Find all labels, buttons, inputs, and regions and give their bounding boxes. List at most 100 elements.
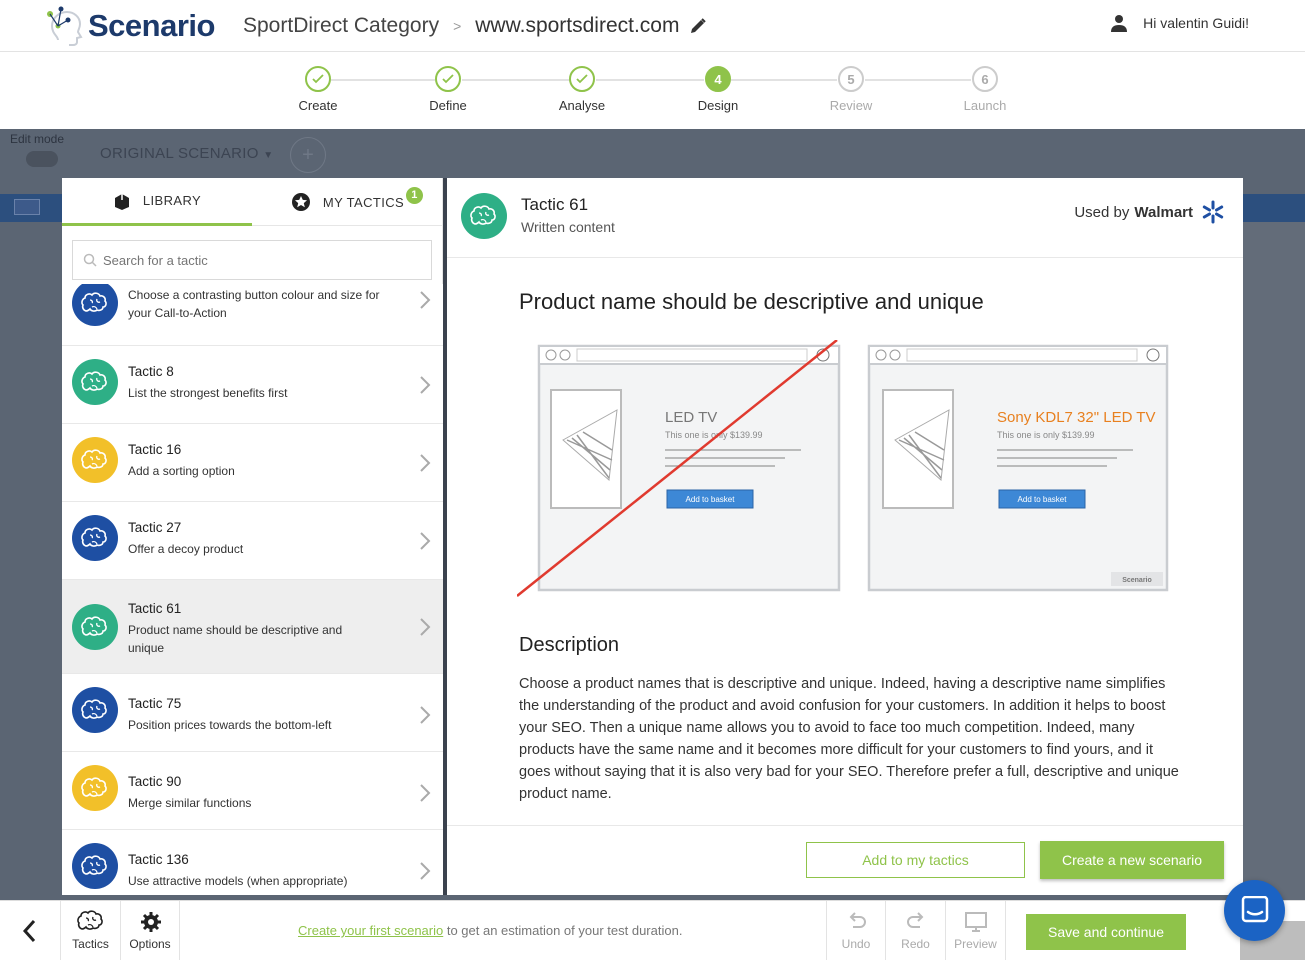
options-button[interactable]: Options	[121, 901, 180, 960]
site-url[interactable]: www.sportsdirect.com	[475, 14, 679, 38]
step-review[interactable]: 5 Review	[811, 66, 891, 113]
tactic-desc: Add a sorting option	[128, 464, 235, 478]
tab-library-label: LIBRARY	[142, 193, 202, 208]
walmart-spark-icon	[1202, 200, 1224, 224]
tactic-item[interactable]: Choose a contrasting button colour and s…	[62, 284, 443, 346]
add-to-my-tactics-button[interactable]: Add to my tactics	[806, 842, 1025, 878]
tactic-title: Tactic 90	[128, 774, 182, 789]
tactic-item[interactable]: Tactic 16 Add a sorting option	[62, 424, 443, 502]
pencil-icon[interactable]	[689, 17, 707, 35]
user-greeting: Hi valentin Guidi!	[1143, 15, 1249, 31]
tactic-desc: Merge similar functions	[128, 796, 252, 810]
brain-icon	[72, 843, 118, 889]
project-name[interactable]: SportDirect Category	[243, 14, 439, 38]
user-menu[interactable]: Hi valentin Guidi!	[1111, 14, 1249, 32]
tactic-item[interactable]: Tactic 75 Position prices towards the bo…	[62, 674, 443, 752]
chat-launcher[interactable]	[1224, 880, 1285, 941]
tactics-label: Tactics	[72, 937, 109, 951]
brain-icon	[72, 359, 118, 405]
redo-button[interactable]: Redo	[886, 901, 946, 960]
scenario-select-label: ORIGINAL SCENARIO	[100, 145, 259, 162]
chevron-right-icon	[420, 784, 431, 802]
brain-icon	[77, 910, 103, 930]
step-number: 6	[972, 66, 998, 92]
add-scenario-button[interactable]: +	[290, 137, 326, 173]
logo[interactable]: Scenario	[44, 6, 215, 46]
top-header: Scenario SportDirect Category > www.spor…	[0, 0, 1305, 52]
hint-text: to get an estimation of your test durati…	[443, 923, 683, 938]
create-new-scenario-button[interactable]: Create a new scenario	[1040, 841, 1224, 879]
bottom-toolbar: Tactics Options Create your first scenar…	[0, 900, 1305, 960]
search-input[interactable]	[103, 252, 403, 268]
chevron-right-icon	[420, 454, 431, 472]
tactic-title: Tactic 8	[128, 364, 174, 379]
tactic-title: Tactic 27	[128, 520, 182, 535]
brain-icon	[72, 687, 118, 733]
tab-library[interactable]: LIBRARY	[62, 178, 252, 226]
tactic-item[interactable]: Tactic 136 Use attractive models (when a…	[62, 830, 443, 895]
tactic-item[interactable]: Tactic 8 List the strongest benefits fir…	[62, 346, 443, 424]
tactic-item-selected[interactable]: Tactic 61 Product name should be descrip…	[62, 580, 443, 674]
tactic-modal: LIBRARY MY TACTICS 1 Choose a contrastin…	[62, 178, 1243, 895]
tactic-item[interactable]: Tactic 90 Merge similar functions	[62, 752, 443, 830]
tactic-detail-body: Product name should be descriptive and u…	[447, 258, 1243, 825]
used-by-brand: Walmart	[1134, 203, 1193, 221]
my-tactics-badge: 1	[406, 187, 423, 204]
redo-label: Redo	[901, 937, 930, 951]
tactic-detail-header: Tactic 61 Written content Used by Walmar…	[447, 178, 1243, 258]
brain-icon	[72, 284, 118, 326]
tactic-heading: Product name should be descriptive and u…	[519, 289, 984, 314]
bad-basket-button: Add to basket	[686, 495, 736, 504]
tactic-category: Written content	[521, 219, 615, 235]
tactic-title: Tactic 61	[128, 601, 182, 616]
bad-product-title: LED TV	[665, 409, 717, 426]
tactic-search[interactable]	[72, 240, 432, 280]
library-icon	[114, 193, 129, 210]
used-by-label: Used by	[1074, 203, 1130, 221]
chevron-right-icon	[420, 376, 431, 394]
tab-my-tactics-label: MY TACTICS	[322, 194, 405, 210]
step-label: Analyse	[558, 98, 606, 113]
bad-example-mockup: LED TV This one is only $139.99 Add to b…	[537, 344, 841, 592]
chevron-right-icon	[420, 618, 431, 636]
scenario-select[interactable]: ORIGINAL SCENARIO ▼	[100, 145, 273, 162]
duration-hint: Create your first scenario to get an est…	[298, 923, 682, 938]
chevron-right-icon	[420, 862, 431, 880]
create-first-scenario-link[interactable]: Create your first scenario	[298, 923, 443, 938]
scenario-logo-icon	[47, 6, 83, 46]
brain-icon	[72, 437, 118, 483]
save-and-continue-button[interactable]: Save and continue	[1026, 914, 1186, 950]
right-panel-shadow	[1243, 222, 1305, 900]
library-panel: LIBRARY MY TACTICS 1 Choose a contrastin…	[62, 178, 443, 895]
undo-icon	[849, 912, 866, 928]
library-tabs: LIBRARY MY TACTICS 1	[62, 178, 443, 226]
tactic-title: Tactic 136	[128, 852, 189, 867]
options-label: Options	[129, 937, 171, 951]
preview-button[interactable]: Preview	[946, 901, 1006, 960]
undo-label: Undo	[841, 937, 871, 951]
brain-icon	[72, 604, 118, 650]
back-button[interactable]	[0, 901, 61, 960]
undo-button[interactable]: Undo	[826, 901, 886, 960]
edit-mode-toggle[interactable]	[26, 151, 58, 167]
tactics-button[interactable]: Tactics	[61, 901, 121, 960]
tactic-desc: Use attractive models (when appropriate)	[128, 874, 348, 888]
step-launch[interactable]: 6 Launch	[945, 66, 1025, 113]
breadcrumb-separator: >	[453, 18, 462, 34]
preview-label: Preview	[954, 937, 997, 951]
step-analyse[interactable]: Analyse	[542, 66, 622, 113]
tactic-detail-panel: Tactic 61 Written content Used by Walmar…	[443, 178, 1243, 895]
tab-my-tactics[interactable]: MY TACTICS 1	[252, 178, 443, 226]
step-define[interactable]: Define	[408, 66, 488, 113]
tactic-title: Tactic 61	[521, 195, 589, 214]
user-icon	[1111, 15, 1128, 32]
step-label: Review	[829, 98, 873, 113]
brain-icon	[461, 193, 507, 239]
tactic-desc: Choose a contrasting button colour and s…	[128, 288, 380, 320]
step-design[interactable]: 4 Design	[678, 66, 758, 113]
description-text: Choose a product names that is descripti…	[519, 676, 1179, 802]
tactic-item[interactable]: Tactic 27 Offer a decoy product	[62, 502, 443, 580]
brain-icon	[72, 515, 118, 561]
gear-icon	[141, 912, 161, 932]
step-create[interactable]: Create	[278, 66, 358, 113]
